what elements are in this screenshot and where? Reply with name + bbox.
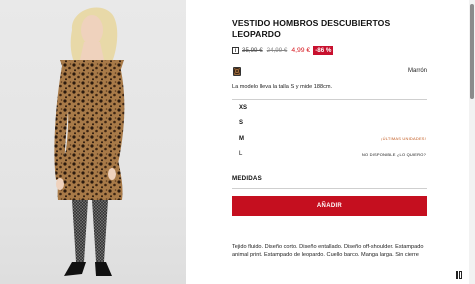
grid-column: [459, 271, 462, 279]
size-option-s[interactable]: S: [232, 116, 427, 132]
low-stock-note: ¡ÚLTIMAS UNIDADES!: [381, 136, 426, 142]
size-label: S: [239, 120, 244, 127]
price-original: 35,99 €: [242, 46, 263, 54]
info-square-icon[interactable]: i: [232, 46, 239, 54]
grid-column: [456, 271, 459, 279]
size-option-xs[interactable]: XS: [232, 100, 427, 116]
discount-badge: -86 %: [313, 45, 334, 55]
size-option-l[interactable]: L NO DISPONIBLE ¿LO QUIERO?: [232, 147, 427, 163]
product-image[interactable]: [0, 0, 186, 284]
product-title: VESTIDO HOMBROS DESCUBIERTOS LEOPARDO: [232, 18, 391, 39]
grid-view-icon[interactable]: [456, 271, 464, 279]
model-illustration: [54, 7, 125, 276]
size-label: L: [239, 151, 243, 158]
scrollbar-thumb[interactable]: [470, 4, 474, 99]
size-option-m[interactable]: M ¡ÚLTIMAS UNIDADES!: [232, 131, 427, 147]
size-label: XS: [239, 104, 248, 111]
price-previous: 24,99 €: [266, 46, 288, 54]
model-info: La modelo lleva la talla S y mide 188cm.: [232, 84, 333, 90]
product-description: Tejido fluido. Diseño corto. Diseño enta…: [232, 244, 424, 259]
divider: [232, 188, 427, 189]
product-detail-panel: VESTIDO HOMBROS DESCUBIERTOS LEOPARDO i …: [232, 0, 427, 284]
price-row: i 35,99 € 24,99 € 4,99 € -86 %: [232, 45, 334, 55]
leopard-swatch-icon[interactable]: [233, 67, 241, 76]
unavailable-note[interactable]: NO DISPONIBLE ¿LO QUIERO?: [362, 152, 426, 157]
color-name: Marrón: [407, 68, 427, 74]
size-selector: XS S M ¡ÚLTIMAS UNIDADES! L NO DISPONIBL…: [232, 99, 427, 162]
add-to-cart-button[interactable]: AÑADIR: [232, 196, 427, 216]
size-label: M: [239, 135, 244, 142]
measures-link[interactable]: MEDIDAS: [232, 175, 262, 182]
price-current: 4,99 €: [291, 46, 311, 54]
